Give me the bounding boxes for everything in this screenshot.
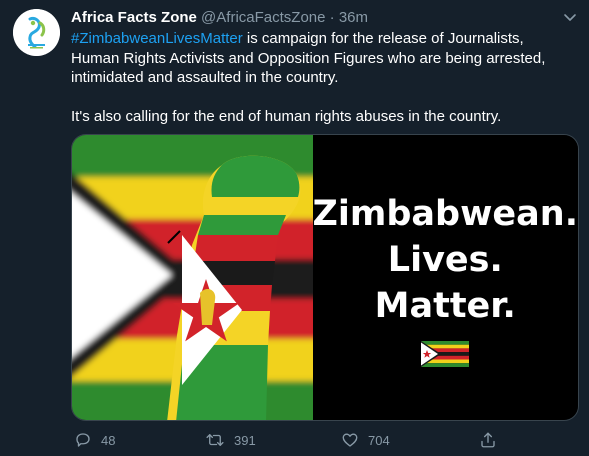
retweet-icon [206,434,224,446]
tweet-header: Africa Facts Zone @AfricaFactsZone · 36m [71,8,368,28]
share-icon [481,432,495,448]
retweet-count: 391 [234,432,256,448]
separator-dot: · [329,9,335,26]
tweet-text: #ZimbabweanLivesMatter is campaign for t… [71,29,576,126]
tweet-paragraph-1: #ZimbabweanLivesMatter is campaign for t… [71,29,576,88]
tweet-timestamp[interactable]: 36m [339,9,368,26]
reply-icon [76,433,90,447]
flag-fist-image[interactable] [72,135,313,420]
like-button[interactable]: 704 [341,431,390,449]
author-name[interactable]: Africa Facts Zone [71,9,197,26]
lives-matter-text-image[interactable]: Zimbabwean. Lives. Matter. [312,135,578,420]
heart-icon [342,433,358,447]
reply-count: 48 [101,432,116,448]
reply-button[interactable]: 48 [74,431,115,449]
tweet-media[interactable]: Zimbabwean. Lives. Matter. [71,134,579,421]
zimbabwe-flag-fist-illustration [72,135,313,420]
tweet-paragraph-2: It's also calling for the end of human r… [71,107,502,125]
zimbabwe-flag-icon [421,341,470,367]
chevron-down-icon[interactable] [562,9,578,25]
like-count: 704 [368,432,390,448]
tweet-actions: 48 391 704 [0,431,589,451]
retweet-button[interactable]: 391 [205,431,256,449]
hashtag-link[interactable]: #ZimbabweanLivesMatter [71,30,243,47]
author-handle[interactable]: @AfricaFactsZone [201,9,325,26]
africa-facts-logo-icon [13,9,60,56]
share-button[interactable] [479,431,506,449]
image-text-line-1: Zimbabwean. [312,194,578,234]
image-text-line-2: Lives. [387,240,503,280]
avatar[interactable] [13,9,60,56]
image-text-line-3: Matter. [374,286,516,326]
